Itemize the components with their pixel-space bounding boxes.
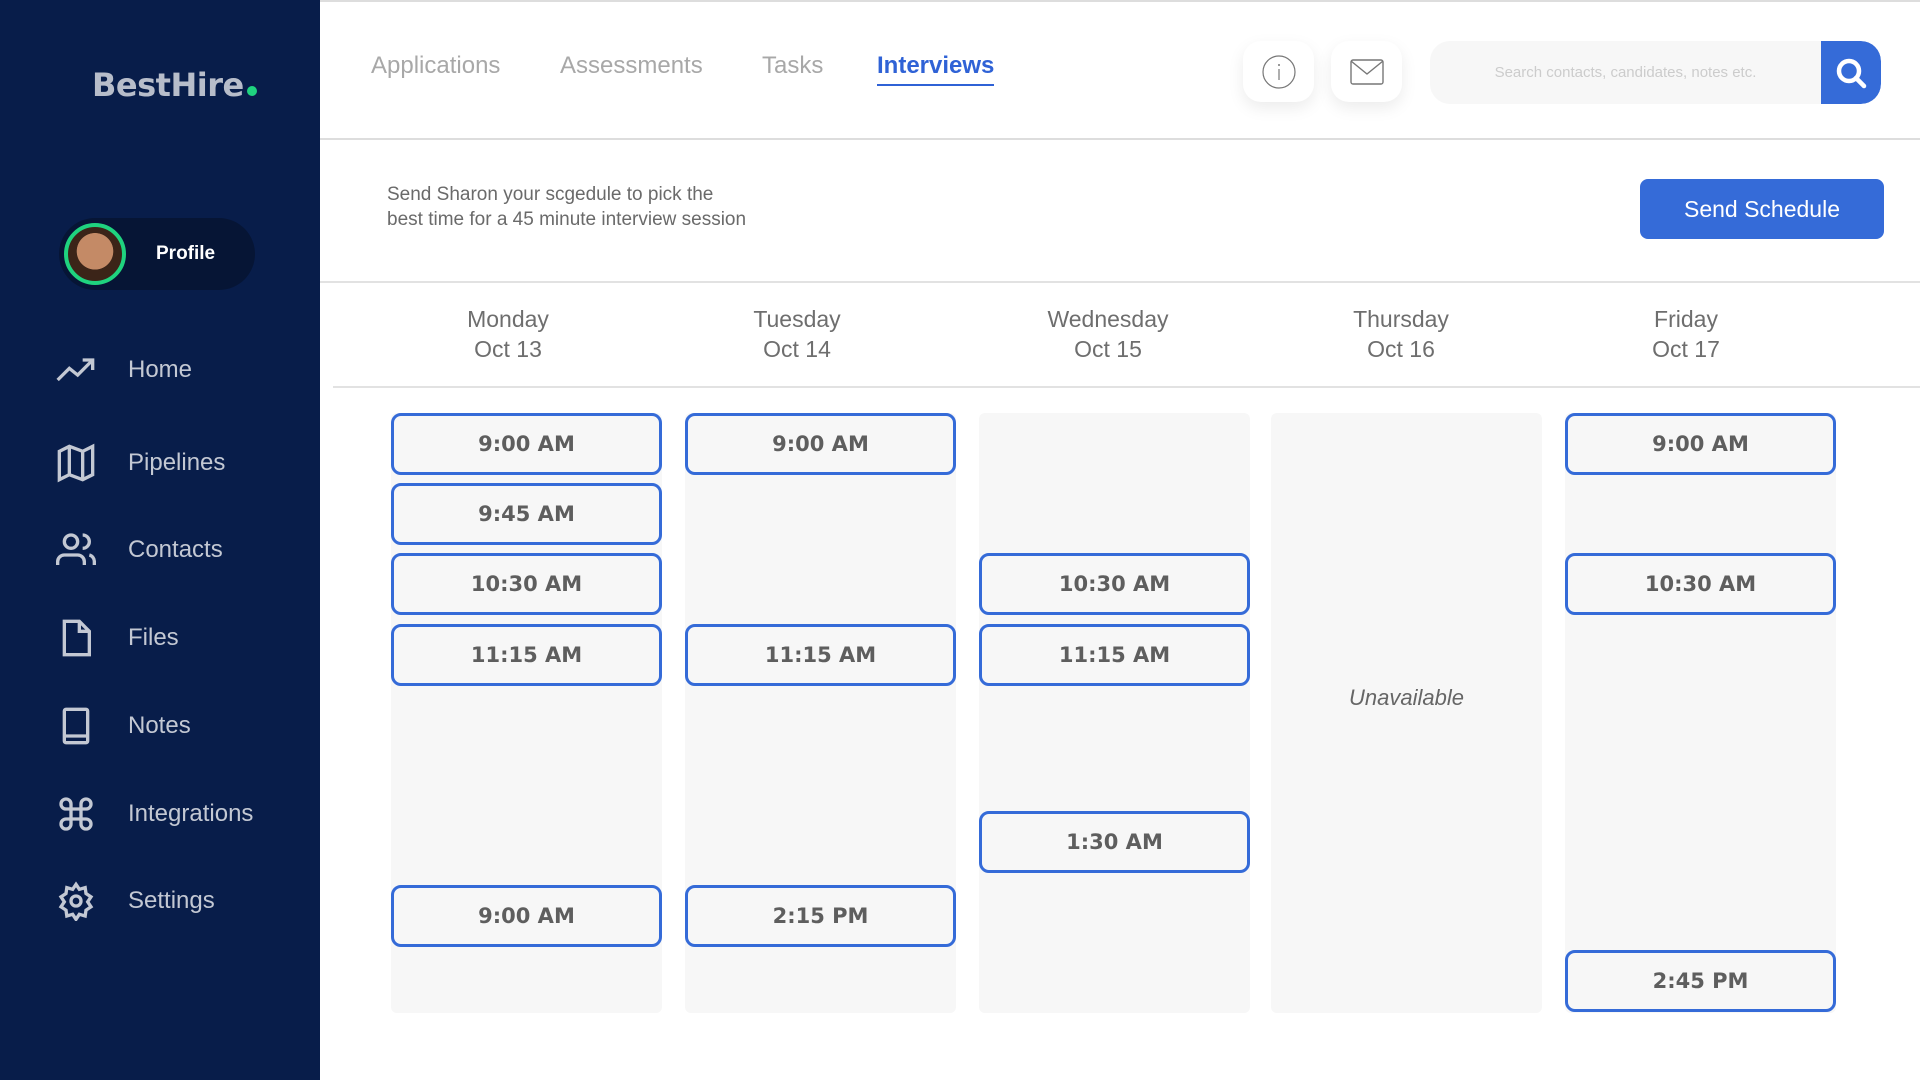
profile-button[interactable]: Profile [59,218,255,290]
logo-dot [246,86,257,96]
sidebar: BestHire Profile Home Pipelines Contacts… [0,0,320,1080]
time-slot[interactable]: 1:30 AM [979,811,1250,873]
day-header-friday: Friday Oct 17 [1566,304,1806,364]
day-column-wednesday: 10:30 AM 11:15 AM 1:30 AM [979,413,1250,1013]
mail-icon [1349,58,1384,85]
day-header-monday: Monday Oct 13 [388,304,628,364]
day-date: Oct 14 [763,336,831,362]
schedule-description: Send Sharon your scgedule to pick the be… [387,182,887,232]
search-input[interactable] [1430,41,1821,104]
sidebar-item-label: Settings [128,887,215,914]
sidebar-item-label: Files [128,624,179,651]
time-slot[interactable]: 2:45 PM [1565,950,1836,1012]
sidebar-item-settings[interactable]: Settings [56,879,215,923]
sidebar-item-label: Pipelines [128,449,226,476]
description-line: Send Sharon your scgedule to pick the [387,184,714,205]
day-date: Oct 17 [1652,336,1720,362]
divider [333,386,1920,388]
sidebar-item-home[interactable]: Home [56,348,192,392]
time-slot[interactable]: 9:45 AM [391,483,662,545]
tab-assessments[interactable]: Assessments [560,52,703,80]
day-column-thursday: Unavailable [1271,413,1542,1013]
time-slot[interactable]: 10:30 AM [979,553,1250,615]
day-date: Oct 13 [474,336,542,362]
time-slot[interactable]: 9:00 AM [685,413,956,475]
top-header: Applications Assessments Tasks Interview… [320,0,1920,140]
tab-tasks[interactable]: Tasks [762,52,823,80]
day-date: Oct 16 [1367,336,1435,362]
tab-applications[interactable]: Applications [371,52,500,80]
sidebar-item-label: Contacts [128,536,223,563]
day-header-tuesday: Tuesday Oct 14 [677,304,917,364]
day-header-thursday: Thursday Oct 16 [1281,304,1521,364]
day-header-wednesday: Wednesday Oct 15 [988,304,1228,364]
sidebar-item-integrations[interactable]: Integrations [56,792,253,836]
unavailable-label: Unavailable [1349,685,1464,710]
sidebar-item-contacts[interactable]: Contacts [56,528,223,572]
day-name: Tuesday [753,306,841,332]
map-icon [57,443,95,483]
time-slot[interactable]: 2:15 PM [685,885,956,947]
day-column-friday: 9:00 AM 10:30 AM 2:45 PM [1565,413,1836,1013]
time-slot[interactable]: 9:00 AM [1565,413,1836,475]
time-slot[interactable]: 11:15 AM [391,624,662,686]
tab-interviews[interactable]: Interviews [877,52,995,86]
sidebar-item-label: Integrations [128,800,254,827]
time-slot[interactable]: 9:00 AM [391,885,662,947]
divider [320,281,1920,283]
time-slot[interactable]: 10:30 AM [391,553,662,615]
logo-text: BestHire [92,66,244,104]
profile-label: Profile [156,243,216,264]
day-name: Thursday [1353,306,1449,332]
day-date: Oct 15 [1074,336,1142,362]
time-slot[interactable]: 10:30 AM [1565,553,1836,615]
search-bar [1430,41,1881,104]
book-icon [62,707,90,745]
sidebar-item-notes[interactable]: Notes [56,704,191,748]
day-column-monday: 9:00 AM 9:45 AM 10:30 AM 11:15 AM 9:00 A… [391,413,662,1013]
users-icon [56,533,96,565]
search-button[interactable] [1821,41,1881,104]
day-column-tuesday: 9:00 AM 11:15 AM 2:15 PM [685,413,956,1013]
time-slot[interactable]: 11:15 AM [685,624,956,686]
description-line: best time for a 45 minute interview sess… [387,209,747,230]
day-name: Friday [1654,306,1718,332]
info-icon [1261,54,1296,89]
time-slot[interactable]: 9:00 AM [391,413,662,475]
sidebar-item-files[interactable]: Files [56,616,179,660]
sidebar-item-label: Home [128,356,193,383]
file-icon [62,619,91,657]
command-icon [59,797,93,831]
search-icon [1836,58,1867,88]
info-button[interactable] [1243,41,1314,102]
send-schedule-button[interactable]: Send Schedule [1640,179,1884,239]
sidebar-item-label: Notes [128,712,191,739]
logo[interactable]: BestHire [92,66,257,104]
gear-icon [58,881,94,921]
trending-up-icon [56,358,95,382]
avatar [64,223,126,285]
day-name: Wednesday [1047,306,1169,332]
sidebar-item-pipelines[interactable]: Pipelines [56,441,225,485]
mail-button[interactable] [1331,41,1402,102]
day-name: Monday [467,306,549,332]
time-slot[interactable]: 11:15 AM [979,624,1250,686]
